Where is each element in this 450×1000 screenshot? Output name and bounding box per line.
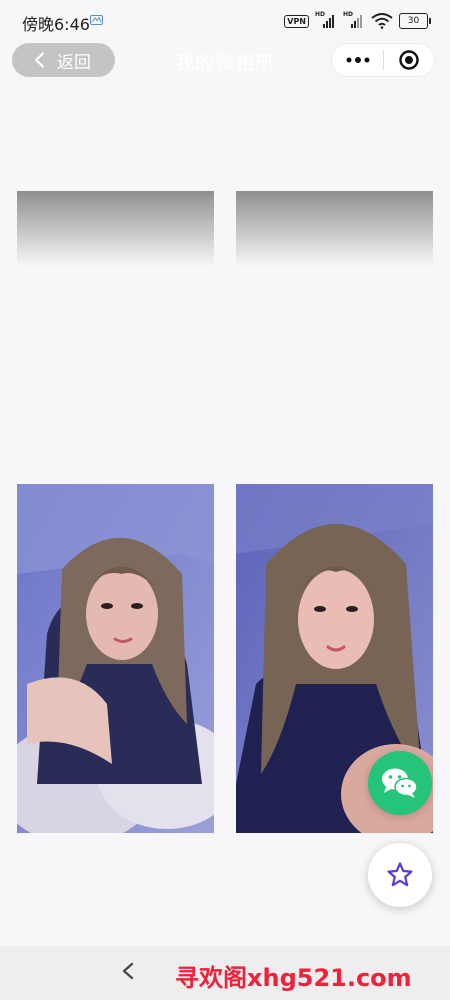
star-icon xyxy=(387,862,413,887)
watermark-text: 寻欢阁xhg521.com xyxy=(175,964,412,992)
wifi-icon xyxy=(371,13,393,29)
notification-icon xyxy=(90,15,103,25)
system-navigation-bar: 寻欢阁xhg521.com xyxy=(0,946,450,1000)
signal-icon: HD xyxy=(315,11,337,29)
status-icons: VPN HD HD 30 xyxy=(284,11,431,31)
wechat-share-button[interactable] xyxy=(368,751,432,815)
favorite-button[interactable] xyxy=(368,843,432,907)
photo-tile[interactable] xyxy=(236,191,433,267)
status-bar: 傍晚6:46 VPN HD HD 30 xyxy=(0,0,450,42)
vpn-badge: VPN xyxy=(284,14,309,28)
status-time: 傍晚6:46 xyxy=(22,15,90,34)
photo-tile[interactable] xyxy=(17,191,214,267)
chevron-left-icon[interactable] xyxy=(117,959,141,983)
signal-icon: HD xyxy=(343,11,365,29)
photo-tile[interactable] xyxy=(17,484,214,833)
wechat-icon xyxy=(382,768,418,798)
battery-icon: 30 xyxy=(399,13,431,29)
portrait-photo xyxy=(17,484,214,833)
page-title: 我的微相册 xyxy=(174,52,275,74)
